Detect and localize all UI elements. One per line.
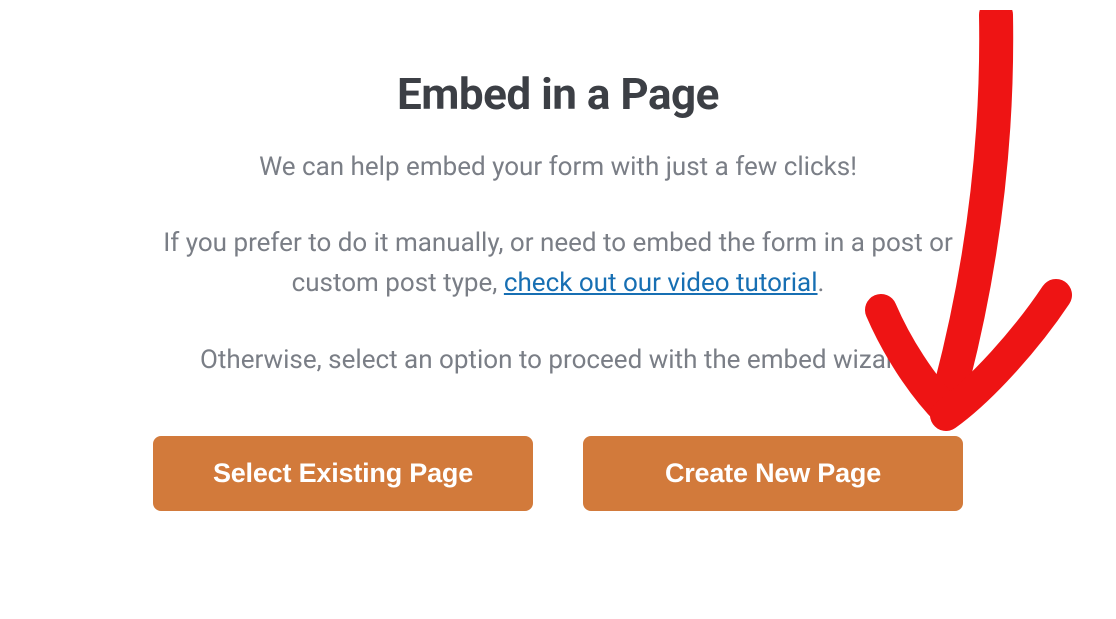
modal-footer-text: Otherwise, select an option to proceed w… xyxy=(40,342,1076,378)
create-new-page-button[interactable]: Create New Page xyxy=(583,436,963,511)
modal-subtitle: We can help embed your form with just a … xyxy=(40,150,1076,185)
embed-modal: Embed in a Page We can help embed your f… xyxy=(0,0,1116,511)
modal-body: If you prefer to do it manually, or need… xyxy=(118,223,998,304)
modal-title: Embed in a Page xyxy=(40,68,1076,120)
select-existing-page-button[interactable]: Select Existing Page xyxy=(153,436,533,511)
video-tutorial-link[interactable]: check out our video tutorial xyxy=(504,268,818,298)
modal-body-text-2: . xyxy=(818,268,825,298)
button-row: Select Existing Page Create New Page xyxy=(40,436,1076,511)
